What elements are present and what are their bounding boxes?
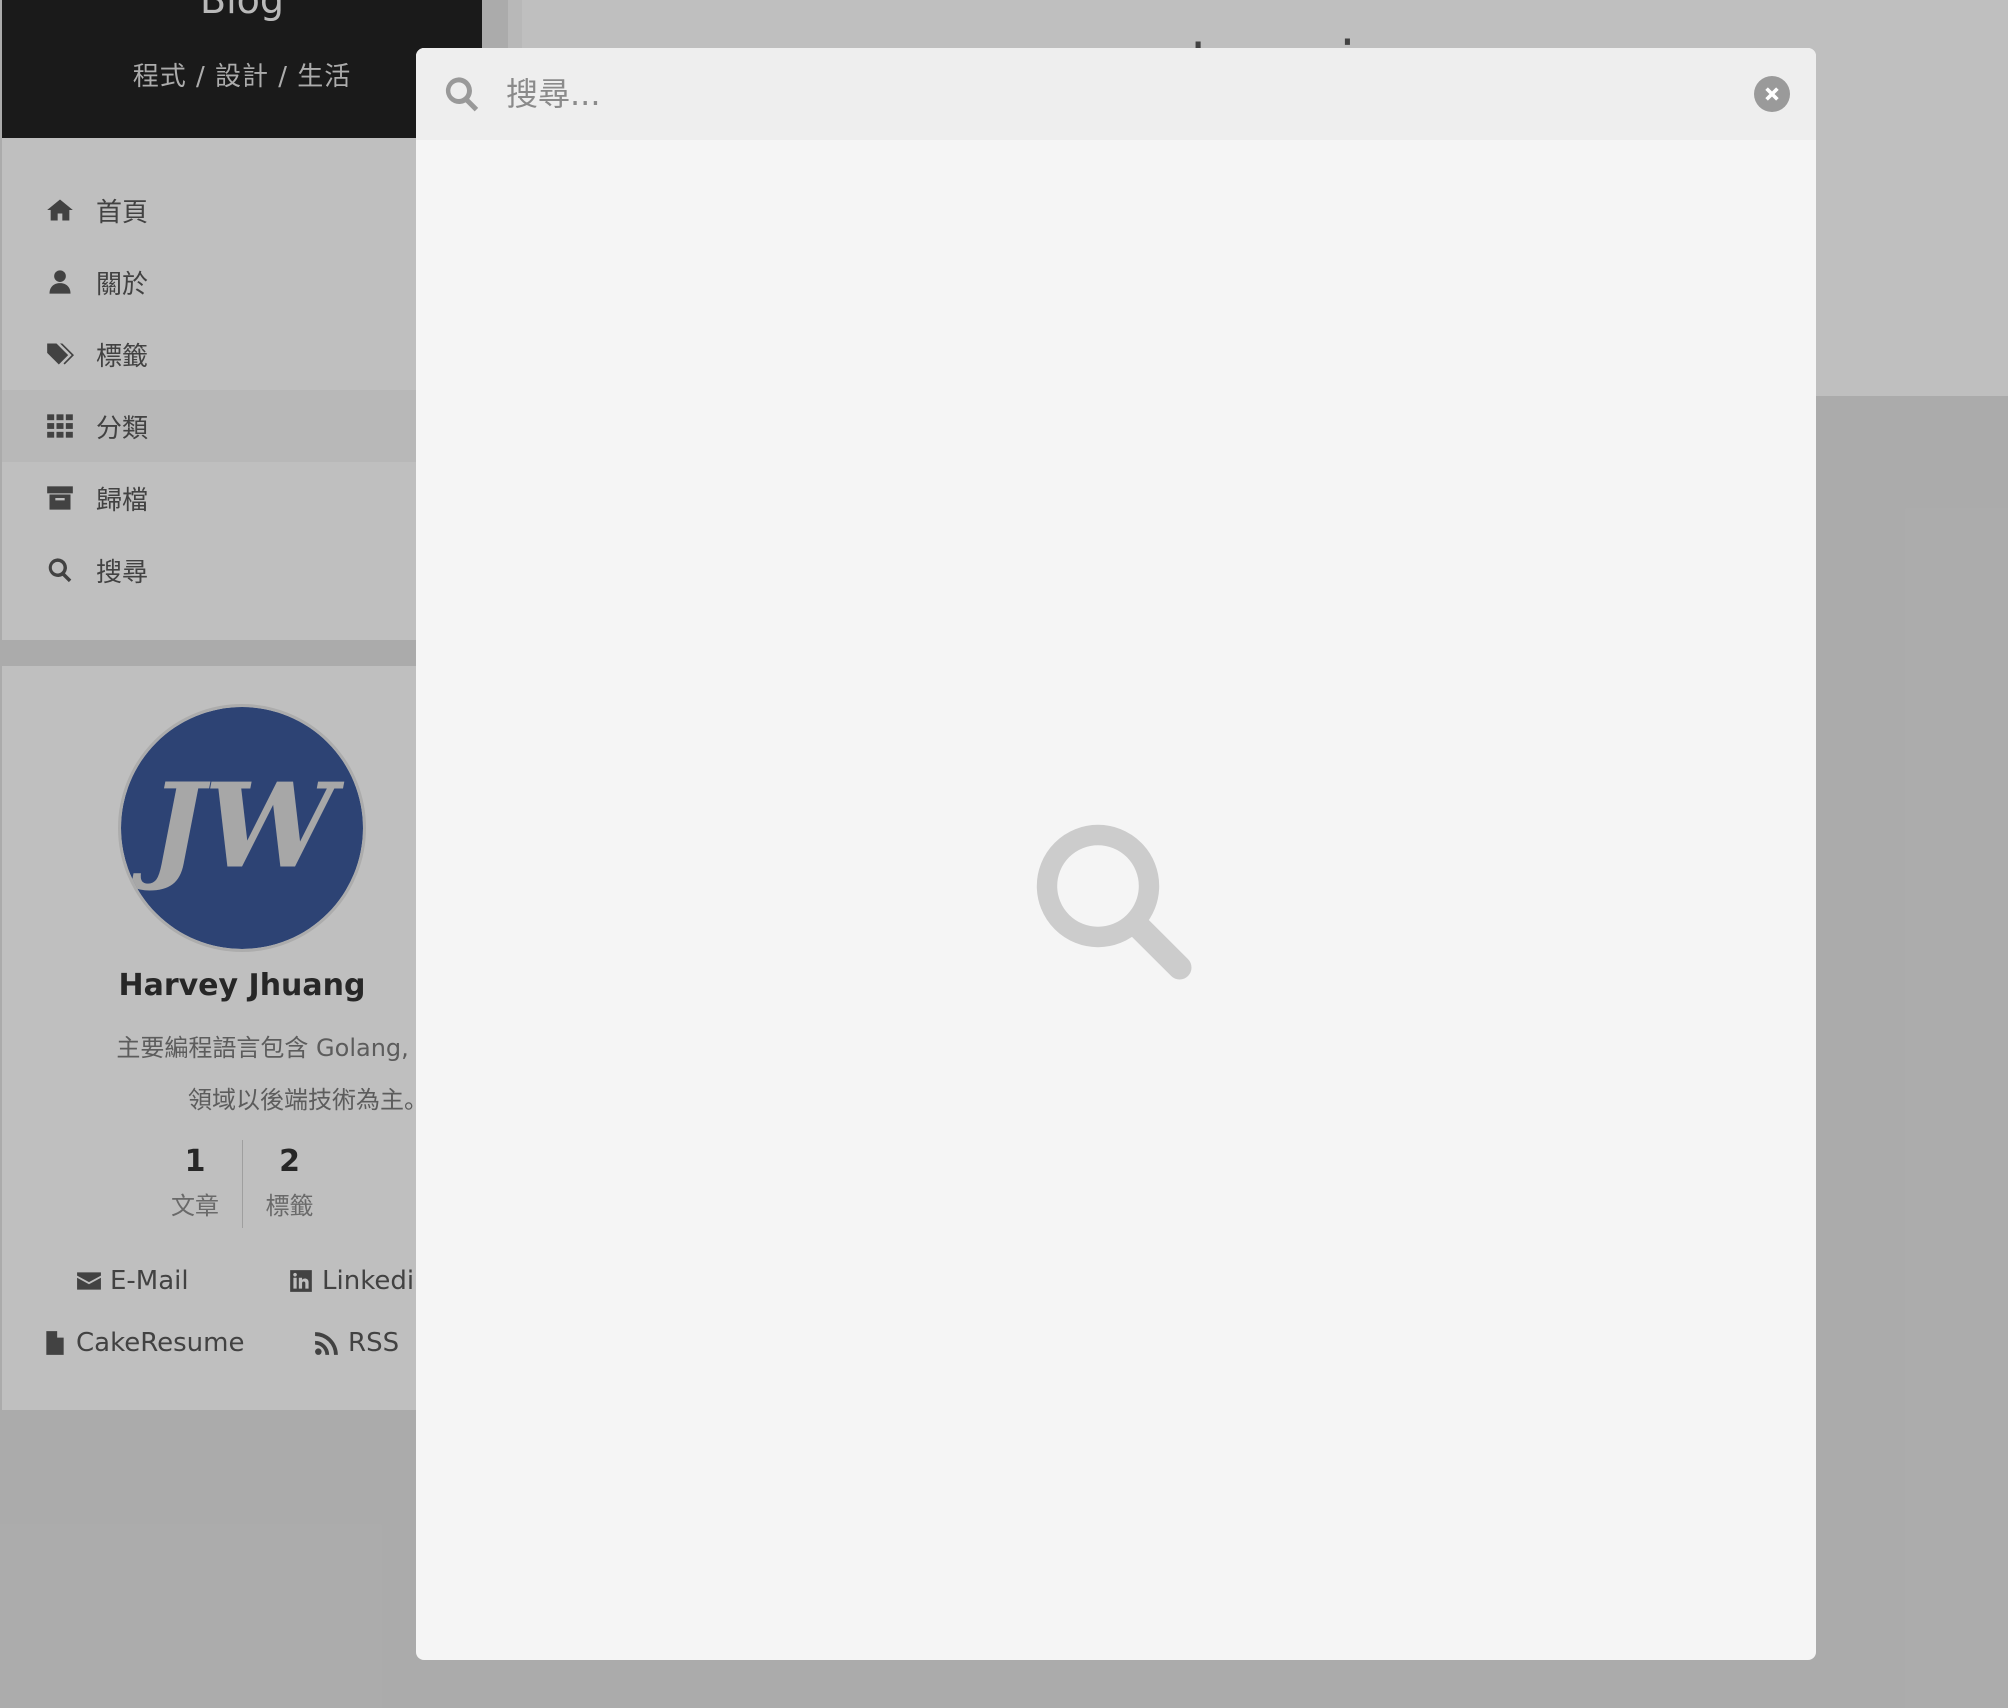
search-icon (442, 74, 482, 114)
search-input[interactable] (506, 64, 1734, 124)
search-placeholder-icon (1030, 818, 1200, 988)
close-button[interactable] (1754, 76, 1790, 112)
search-header (416, 48, 1816, 140)
close-icon (1765, 87, 1779, 101)
search-popup (416, 48, 1816, 1660)
page: Blog 程式 / 設計 / 生活 首頁 關於 標籤 分類 歸檔 搜尋 JW H… (0, 0, 2008, 1708)
